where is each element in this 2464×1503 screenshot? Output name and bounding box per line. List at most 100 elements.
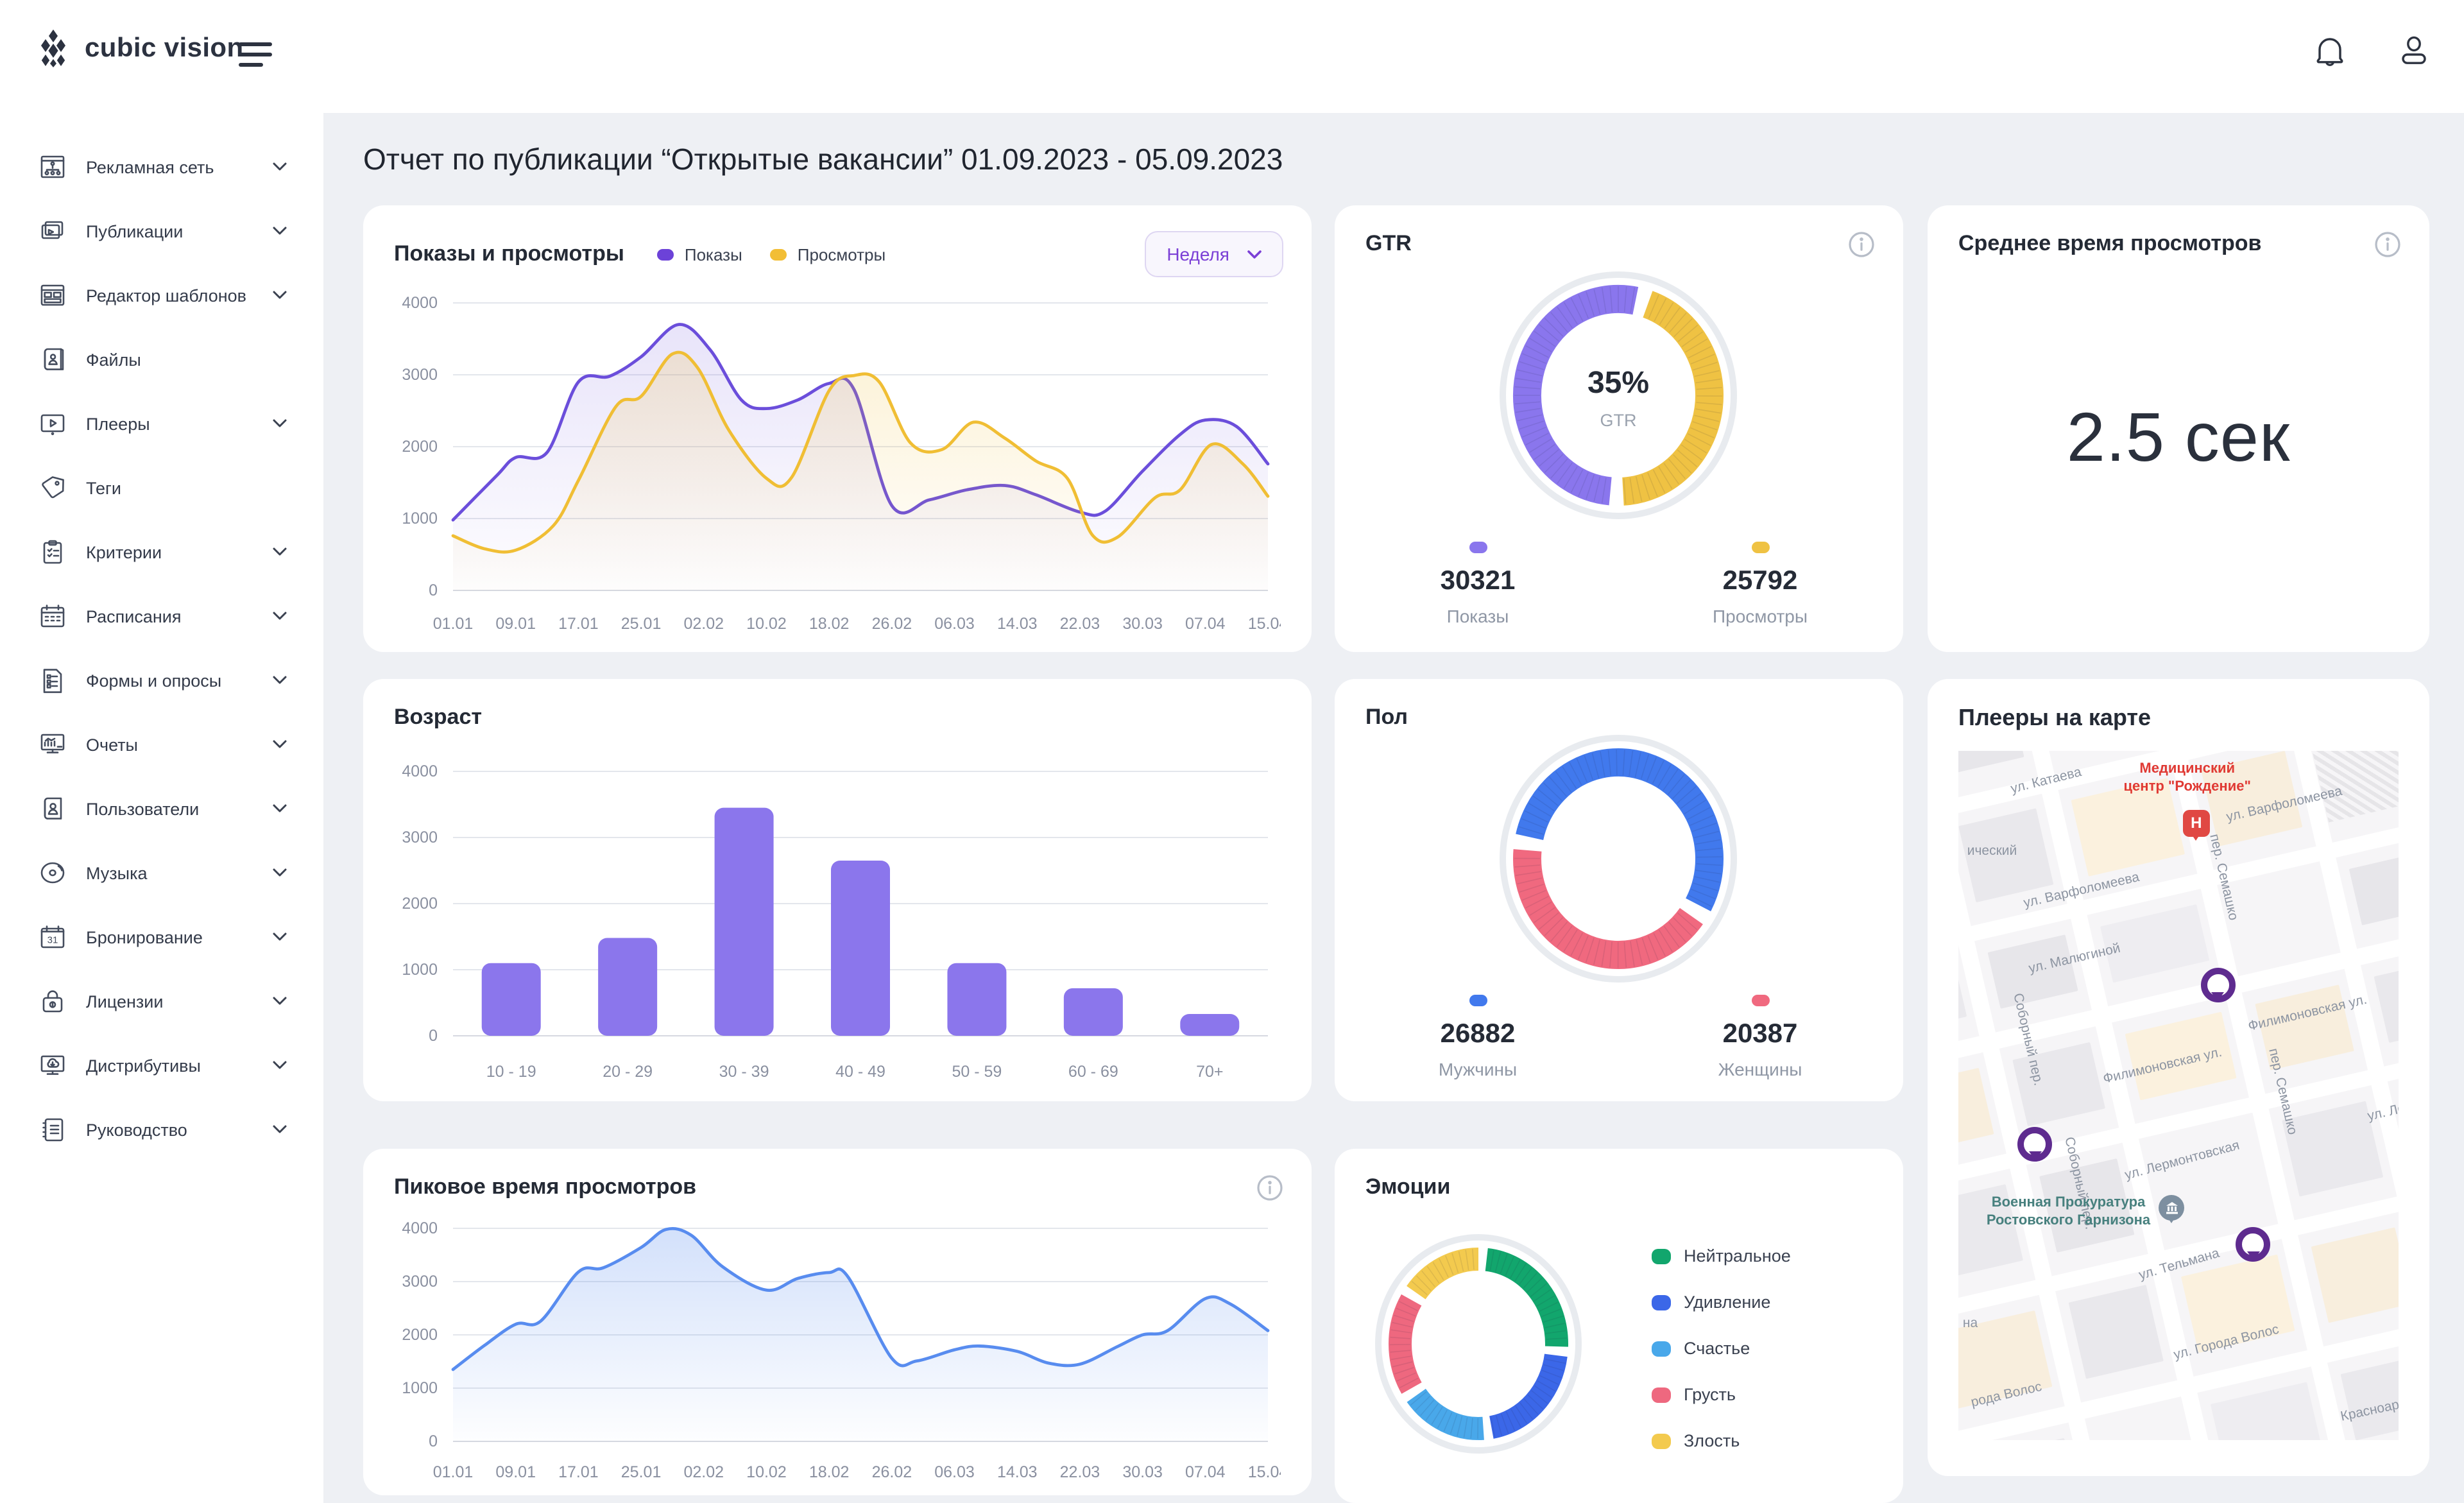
brand-name: cubic vision [85,33,244,64]
brand-logo[interactable]: cubic vision [37,28,244,69]
page-title: Отчет по публикации “Открытые вакансии” … [363,142,1283,177]
sidebar-item-forms[interactable]: Формы и опросы [0,648,323,712]
gender-donut-chart [1335,728,1903,990]
chevron-down-icon [272,540,287,563]
forms-icon [38,666,67,694]
menu-toggle-icon[interactable] [239,42,272,67]
legend-dot [1652,1294,1671,1310]
sidebar-item-label: Теги [86,478,121,497]
period-select[interactable]: Неделя [1145,231,1283,277]
svg-text:35%: 35% [1587,366,1649,400]
svg-text:25.01: 25.01 [621,1463,662,1481]
peak-time-line-chart: 0100020003000400001.0109.0117.0125.0102.… [394,1215,1281,1488]
users-icon [38,794,67,823]
notifications-bell-icon[interactable] [2314,33,2346,68]
sidebar-item-schedule[interactable]: Расписания [0,584,323,648]
sidebar-item-label: Бронирование [86,927,203,947]
emotions-donut-chart [1342,1218,1625,1470]
svg-text:18.02: 18.02 [809,615,850,633]
sidebar-item-label: Критерии [86,542,162,562]
user-profile-icon[interactable] [2397,33,2431,68]
svg-text:06.03: 06.03 [934,615,975,633]
schedule-icon [38,602,67,630]
publications-icon [38,217,67,245]
emotions-legend-item: Злость [1652,1431,1791,1450]
card-impressions-views: Показы и просмотры ПоказыПросмотры Недел… [363,205,1312,652]
sidebar-item-label: Пользователи [86,799,199,818]
svg-text:17.01: 17.01 [558,615,599,633]
legend-dot [1652,1433,1671,1448]
sidebar-item-music[interactable]: Музыка [0,841,323,905]
sidebar-item-guide[interactable]: Руководство [0,1097,323,1162]
info-icon[interactable] [1256,1174,1283,1208]
sidebar-item-players[interactable]: Плееры [0,391,323,456]
svg-text:60 - 69: 60 - 69 [1068,1063,1118,1081]
sidebar-item-booking[interactable]: 31 Бронирование [0,905,323,969]
street-label: ический [1967,844,2017,859]
svg-text:01.01: 01.01 [433,1463,474,1481]
map-player-marker[interactable] [2018,1126,2053,1161]
svg-text:40 - 49: 40 - 49 [835,1063,886,1081]
chevron-down-icon [272,605,287,628]
svg-text:3000: 3000 [402,829,438,846]
avg-view-time-value: 2.5 сек [1928,398,2429,477]
sidebar-item-label: Очеты [86,735,138,754]
sidebar-item-label: Файлы [86,350,141,369]
sidebar-item-licenses[interactable]: Лицензии [0,969,323,1033]
stat-label: Просмотры [1713,606,1808,626]
stat-показы: 30321Показы [1401,542,1555,626]
legend-dot [771,248,787,260]
street-label: на [1963,1316,1978,1332]
svg-text:15.04: 15.04 [1248,1463,1281,1481]
info-icon[interactable] [2374,231,2401,264]
svg-text:02.02: 02.02 [683,1463,724,1481]
svg-text:30.03: 30.03 [1122,1463,1163,1481]
sidebar-item-files[interactable]: Файлы [0,327,323,391]
card-title-gender: Пол [1365,705,1408,730]
stat-value: 25792 [1723,566,1798,597]
svg-text:02.02: 02.02 [683,615,724,633]
sidebar-item-tags[interactable]: Теги [0,456,323,520]
svg-text:14.03: 14.03 [997,615,1038,633]
chevron-down-icon [272,1054,287,1077]
svg-text:31: 31 [47,935,58,946]
card-gender: Пол 26882Мужчины20387Женщины [1335,679,1903,1101]
network-icon [38,153,67,181]
chevron-down-icon [272,1118,287,1141]
svg-text:GTR: GTR [1600,411,1637,430]
players-map[interactable]: ул. Катаеваул. Варфоломеевапер. Семашкоу… [1958,751,2399,1440]
top-header: cubic vision [0,0,2464,113]
sidebar-item-reports[interactable]: Очеты [0,712,323,777]
stat-dot [1751,995,1769,1006]
legend-item: Просмотры [771,245,886,264]
sidebar-item-template-editor[interactable]: Редактор шаблонов [0,263,323,327]
medical-center-pin[interactable]: Н [2183,809,2210,836]
chevron-down-icon [272,925,287,949]
stat-label: Женщины [1718,1059,1802,1079]
card-title-age: Возраст [394,705,482,730]
map-player-marker[interactable] [2236,1226,2270,1261]
sidebar-item-users[interactable]: Пользователи [0,777,323,841]
sidebar-item-distributives[interactable]: Дистрибутивы [0,1033,323,1097]
stat-label: Мужчины [1439,1059,1517,1079]
sidebar-item-label: Музыка [86,863,148,882]
main-content: Отчет по публикации “Открытые вакансии” … [323,113,2464,1503]
svg-text:25.01: 25.01 [621,615,662,633]
sidebar-item-label: Плееры [86,414,150,433]
sidebar-item-network[interactable]: Рекламная сеть [0,135,323,199]
svg-text:3000: 3000 [402,366,438,384]
chevron-down-icon [272,990,287,1013]
gender-stats: 26882Мужчины20387Женщины [1335,995,1903,1079]
dashboard-root: cubic vision Рекламная сетьПубликацииРед… [0,0,2464,1503]
map-player-marker[interactable] [2200,968,2235,1002]
svg-text:0: 0 [429,1432,438,1450]
sidebar-item-publications[interactable]: Публикации [0,199,323,263]
card-title-emotions: Эмоции [1365,1174,1450,1200]
card-title-map: Плееры на карте [1958,705,2151,732]
chevron-down-icon [272,155,287,178]
reports-icon [38,730,67,759]
sidebar-item-criteria[interactable]: Критерии [0,520,323,584]
svg-text:4000: 4000 [402,294,438,312]
svg-text:15.04: 15.04 [1248,615,1281,633]
card-title-avg-time: Среднее время просмотров [1958,231,2261,257]
